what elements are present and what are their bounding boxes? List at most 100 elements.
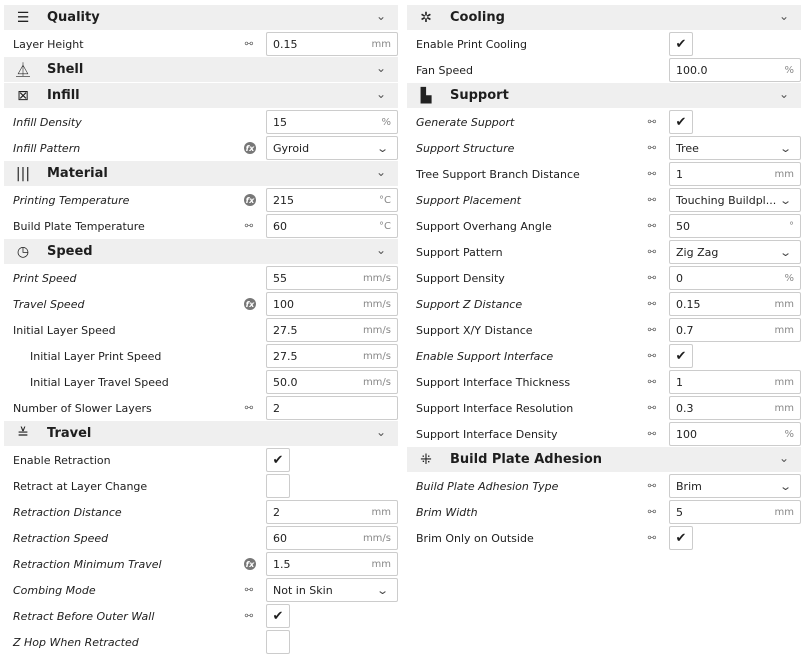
checkbox[interactable]: ✔ [669,32,693,56]
unit: mm/s [362,376,391,388]
setting-label: Retract at Layer Change [13,479,148,493]
dropdown[interactable]: Zig Zag ⌄ [669,240,801,264]
dropdown[interactable]: Gyroid ⌄ [266,136,398,160]
link-icon[interactable]: ⚯ [645,531,659,545]
value-input[interactable]: 5 mm [669,500,801,524]
link-icon[interactable]: ⚯ [242,583,256,597]
category-title: Cooling [450,10,505,25]
category-infill[interactable]: ⊠ Infill ⌄ [4,83,398,108]
value-input[interactable]: 1 mm [669,162,801,186]
link-icon[interactable]: ⚯ [645,349,659,363]
checkbox[interactable]: ✔ [669,344,693,368]
category-support[interactable]: ▙ Support ⌄ [407,83,801,108]
setting-label: Initial Layer Travel Speed [30,375,169,389]
chevron-down-icon: ⌄ [778,245,792,259]
checkbox[interactable]: ✔ [669,110,693,134]
category-material[interactable]: ||| Material ⌄ [4,161,398,186]
value-input[interactable]: 2 mm [266,500,398,524]
setting-label: Build Plate Adhesion Type [416,479,559,493]
check-icon: ✔ [675,36,687,52]
link-icon[interactable]: ⚯ [645,375,659,389]
category-shell[interactable]: ⏅ Shell ⌄ [4,57,398,82]
function-icon[interactable]: fx [244,558,256,570]
checkbox[interactable] [266,474,290,498]
value-input[interactable]: 27.5 mm/s [266,344,398,368]
setting-label: Support Interface Density [416,427,558,441]
value-input[interactable]: 1.5 mm [266,552,398,576]
link-icon[interactable]: ⚯ [242,37,256,51]
value-input[interactable]: 1 mm [669,370,801,394]
link-icon[interactable]: ⚯ [645,427,659,441]
link-icon[interactable]: ⚯ [645,245,659,259]
value-input[interactable]: 0.3 mm [669,396,801,420]
chevron-down-icon[interactable]: ⌄ [779,9,789,23]
value: 0.3 [676,401,694,415]
value-input[interactable]: 2 [266,396,398,420]
category-quality[interactable]: ☰ Quality ⌄ [4,5,398,30]
link-icon[interactable]: ⚯ [242,219,256,233]
link-icon[interactable]: ⚯ [645,505,659,519]
value-input[interactable]: 27.5 mm/s [266,318,398,342]
link-icon[interactable]: ⚯ [645,479,659,493]
checkbox[interactable]: ✔ [669,526,693,550]
function-icon[interactable]: fx [244,194,256,206]
chevron-down-icon[interactable]: ⌄ [779,451,789,465]
link-icon[interactable]: ⚯ [645,193,659,207]
chevron-down-icon[interactable]: ⌄ [376,87,386,101]
value: 100 [273,297,294,311]
chevron-down-icon[interactable]: ⌄ [376,425,386,439]
category-build-plate-adhesion[interactable]: ⁜ Build Plate Adhesion ⌄ [407,447,801,472]
function-icon[interactable]: fx [244,142,256,154]
link-icon[interactable]: ⚯ [645,271,659,285]
category-speed[interactable]: ◷ Speed ⌄ [4,239,398,264]
value-input[interactable]: 0.7 mm [669,318,801,342]
chevron-down-icon[interactable]: ⌄ [376,9,386,23]
chevron-down-icon[interactable]: ⌄ [376,165,386,179]
function-icon[interactable]: fx [244,298,256,310]
checkbox[interactable]: ✔ [266,448,290,472]
dropdown[interactable]: Not in Skin ⌄ [266,578,398,602]
link-icon[interactable]: ⚯ [645,401,659,415]
value-input[interactable]: 100 mm/s [266,292,398,316]
chevron-down-icon[interactable]: ⌄ [779,87,789,101]
link-icon[interactable]: ⚯ [242,609,256,623]
chevron-down-icon[interactable]: ⌄ [376,61,386,75]
checkbox[interactable]: ✔ [266,604,290,628]
link-icon[interactable]: ⚯ [645,219,659,233]
value-input[interactable]: 55 mm/s [266,266,398,290]
unit: % [784,428,794,440]
link-icon[interactable]: ⚯ [645,167,659,181]
category-travel[interactable]: ≚ Travel ⌄ [4,421,398,446]
setting-brim-width: Brim Width ⚯ 5 mm [407,499,801,525]
setting-label: Support Overhang Angle [416,219,552,233]
value-input[interactable]: 100% [669,422,801,446]
link-icon[interactable]: ⚯ [242,401,256,415]
value-input[interactable]: 0.15 mm [669,292,801,316]
dropdown[interactable]: Brim ⌄ [669,474,801,498]
setting-support-interface-thickness: Support Interface Thickness ⚯ 1 mm [407,369,801,395]
unit: mm/s [362,272,391,284]
setting-label: Retraction Distance [13,505,122,519]
value-input[interactable]: 60 °C [266,214,398,238]
value-input[interactable]: 50.0 mm/s [266,370,398,394]
link-icon[interactable]: ⚯ [645,323,659,337]
link-icon[interactable]: ⚯ [645,141,659,155]
value-input[interactable]: 0.15 mm [266,32,398,56]
value-input[interactable]: 15% [266,110,398,134]
value-input[interactable]: 50 ° [669,214,801,238]
value-input[interactable]: 215 °C [266,188,398,212]
checkbox[interactable] [266,630,290,654]
unit: mm [774,324,794,336]
setting-infill-density: Infill Density 15% [4,109,398,135]
category-cooling[interactable]: ✲ Cooling ⌄ [407,5,801,30]
value-input[interactable]: 100.0% [669,58,801,82]
value-input[interactable]: 0% [669,266,801,290]
link-icon[interactable]: ⚯ [645,297,659,311]
chevron-down-icon: ⌄ [778,479,792,493]
link-icon[interactable]: ⚯ [645,115,659,129]
value-input[interactable]: 60 mm/s [266,526,398,550]
chevron-down-icon[interactable]: ⌄ [376,243,386,257]
dropdown[interactable]: Tree ⌄ [669,136,801,160]
setting-retraction-minimum-travel: Retraction Minimum Travel fx 1.5 mm [4,551,398,577]
dropdown[interactable]: Touching Buildpl... ⌄ [669,188,801,212]
